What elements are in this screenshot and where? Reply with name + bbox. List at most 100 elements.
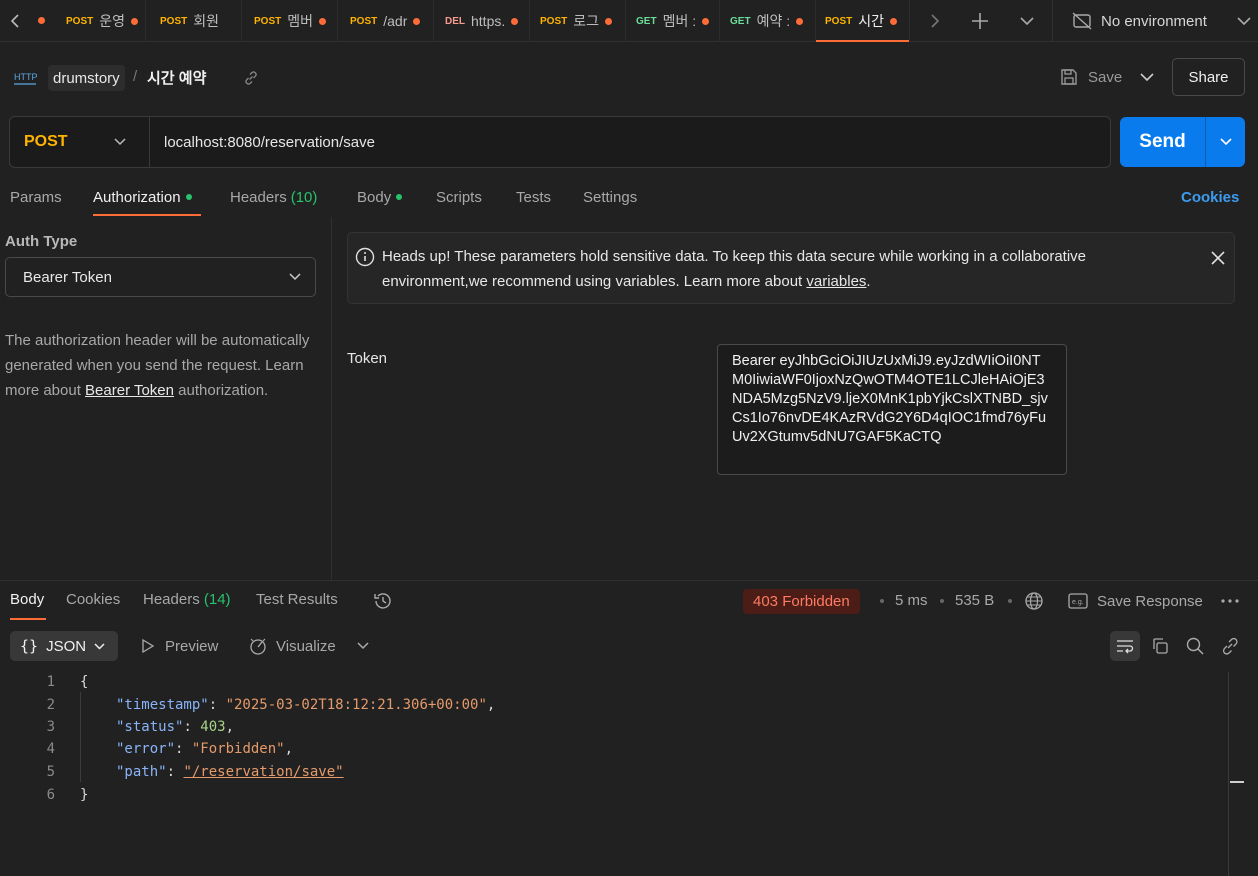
response-time[interactable]: 5 ms (895, 592, 928, 609)
response-divider[interactable] (0, 580, 1258, 581)
unsaved-indicator (413, 17, 421, 25)
separator-dot (940, 599, 944, 603)
json-value: 403 (200, 719, 226, 735)
environment-selector[interactable]: No environment (1072, 10, 1251, 32)
bearer-token-link[interactable]: Bearer Token (85, 382, 174, 399)
tab-label: /adr (383, 13, 408, 29)
tab-settings[interactable]: Settings (583, 186, 637, 208)
tab-body[interactable]: Body (357, 186, 403, 208)
tab-7[interactable]: GET 예약 : (720, 0, 816, 42)
response-size[interactable]: 535 B (955, 592, 994, 609)
tab-method: POST (350, 15, 378, 27)
tab-0[interactable]: POST 운영 (48, 0, 146, 42)
send-button-group: Send (1120, 117, 1245, 167)
tab-6[interactable]: GET 멤버 : (626, 0, 720, 42)
auth-type-select[interactable]: Bearer Token (5, 257, 316, 297)
wrap-lines-icon[interactable] (1110, 631, 1140, 661)
separator-dot (1008, 599, 1012, 603)
tab-1[interactable]: POST 회원 (146, 0, 242, 42)
tab-method: POST (254, 15, 282, 27)
variables-link[interactable]: variables (806, 273, 866, 290)
history-icon[interactable] (372, 590, 394, 612)
line-number: 2 (46, 697, 55, 713)
more-options-icon[interactable] (1220, 592, 1240, 610)
sensitive-data-notice: Heads up! These parameters hold sensitiv… (347, 232, 1235, 304)
tab-params[interactable]: Params (10, 186, 62, 208)
tab-active[interactable]: POST 시간 (816, 0, 910, 42)
unsaved-indicator (131, 17, 138, 25)
tab-label: 회원 (193, 13, 219, 29)
preview-button[interactable]: Preview (141, 636, 218, 656)
play-icon (141, 638, 155, 654)
chevron-right-icon[interactable] (924, 10, 946, 32)
visualize-button[interactable]: Visualize (248, 635, 336, 657)
tab-authorization[interactable]: Authorization (93, 186, 192, 208)
send-button[interactable]: Send (1120, 117, 1206, 167)
method-label: POST (24, 133, 68, 150)
scrollbar-track[interactable] (1228, 672, 1229, 876)
tab-scripts[interactable]: Scripts (436, 186, 482, 208)
tab-label: https. (471, 13, 506, 29)
chevron-down-icon (289, 273, 301, 281)
copy-icon[interactable] (1149, 635, 1171, 657)
tab-5[interactable]: POST 로그 (530, 0, 626, 42)
response-tab-body[interactable]: Body (10, 591, 44, 608)
chevron-left-icon[interactable] (4, 10, 26, 32)
method-selector[interactable]: POST (10, 117, 150, 167)
response-tab-test-results[interactable]: Test Results (256, 591, 338, 608)
code-text: "status": 403, (116, 719, 235, 735)
json-value: "Forbidden" (191, 741, 285, 757)
request-title[interactable]: 시간 예약 (147, 67, 206, 88)
line-number: 3 (46, 719, 55, 735)
tab-3[interactable]: POST /adr (338, 0, 434, 42)
chevron-down-icon (1237, 16, 1251, 26)
visualize-icon (248, 636, 268, 656)
url-input[interactable]: localhost:8080/reservation/save (164, 117, 375, 167)
headers-count: (14) (203, 591, 231, 608)
cookies-link[interactable]: Cookies (1181, 186, 1239, 208)
link-icon[interactable] (241, 68, 261, 88)
tab-4[interactable]: DEL https. (434, 0, 530, 42)
share-button[interactable]: Share (1172, 58, 1245, 96)
active-tab-indicator (10, 618, 46, 620)
tab-method: GET (636, 15, 657, 27)
unsaved-indicator (511, 17, 519, 25)
chevron-down-icon (114, 138, 126, 146)
tab-method: POST (540, 15, 568, 27)
tab-headers[interactable]: Headers (10) (230, 186, 317, 208)
notice-body: Heads up! These parameters hold sensitiv… (382, 248, 1087, 290)
auth-description: The authorization header will be automat… (5, 328, 325, 403)
no-environment-icon (1072, 12, 1092, 30)
search-icon[interactable] (1184, 635, 1206, 657)
close-icon[interactable] (1210, 250, 1226, 266)
send-options-button[interactable] (1206, 117, 1245, 167)
line-number: 5 (46, 764, 55, 780)
breadcrumb-separator: / (133, 68, 138, 85)
code-text: "path": "/reservation/save" (116, 764, 344, 780)
chevron-down-icon[interactable] (354, 636, 372, 656)
save-button[interactable]: Save (1060, 65, 1122, 89)
save-response-button[interactable]: e.g. Save Response (1068, 590, 1203, 612)
save-label: Save (1088, 68, 1123, 86)
tab-label: 멤버 : (662, 13, 697, 29)
status-badge[interactable]: 403 Forbidden (743, 589, 860, 614)
breadcrumb-workspace[interactable]: drumstory (48, 65, 125, 91)
example-icon: e.g. (1068, 593, 1088, 609)
globe-icon[interactable] (1023, 590, 1045, 612)
plus-icon[interactable] (968, 9, 992, 33)
panel-divider[interactable] (331, 217, 332, 580)
json-key: "error" (116, 741, 176, 757)
token-input[interactable]: Bearer eyJhbGciOiJIUzUxMiJ9.eyJzdWIiOiI0… (717, 344, 1067, 475)
url-bar: POST localhost:8080/reservation/save (9, 116, 1111, 168)
response-tab-cookies[interactable]: Cookies (66, 591, 120, 608)
json-link-value[interactable]: "/reservation/save" (183, 764, 343, 780)
format-selector[interactable]: {} JSON (10, 631, 118, 661)
tab-tests[interactable]: Tests (516, 186, 551, 208)
link-icon[interactable] (1219, 635, 1241, 657)
tab-2[interactable]: POST 멤버 (242, 0, 338, 42)
chevron-down-icon[interactable] (1016, 10, 1038, 32)
response-tab-headers[interactable]: Headers (14) (143, 591, 231, 608)
code-text: { (80, 674, 89, 690)
chevron-down-icon[interactable] (1137, 67, 1157, 87)
scrollbar-thumb[interactable] (1230, 781, 1244, 783)
